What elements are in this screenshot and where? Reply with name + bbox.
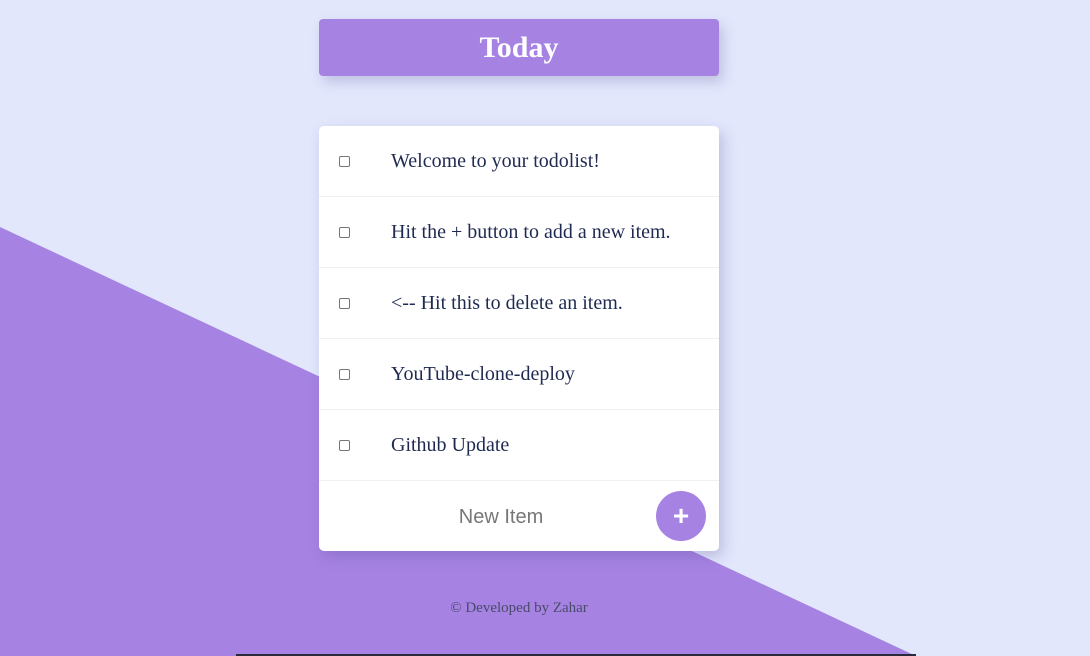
item-label: Welcome to your todolist!: [391, 149, 600, 172]
page-title: Today: [479, 30, 559, 64]
todo-list-card: Welcome to your todolist! Hit the + butt…: [319, 126, 719, 551]
add-item-button[interactable]: +: [656, 491, 706, 541]
list-item: <-- Hit this to delete an item.: [319, 268, 719, 339]
item-label: Github Update: [391, 433, 510, 456]
item-checkbox[interactable]: [339, 439, 350, 451]
list-item: YouTube-clone-deploy: [319, 339, 719, 410]
item-checkbox[interactable]: [339, 368, 350, 380]
list-item: Github Update: [319, 410, 719, 481]
item-checkbox[interactable]: [339, 297, 350, 309]
header-banner: Today: [319, 19, 719, 76]
list-item: Hit the + button to add a new item.: [319, 197, 719, 268]
footer-credit: © Developed by Zahar: [450, 600, 588, 616]
list-item: Welcome to your todolist!: [319, 126, 719, 197]
new-item-form: +: [319, 481, 719, 551]
item-label: YouTube-clone-deploy: [391, 362, 575, 385]
item-checkbox[interactable]: [339, 226, 350, 238]
item-checkbox[interactable]: [339, 155, 350, 167]
new-item-input[interactable]: [399, 496, 603, 538]
item-label: Hit the + button to add a new item.: [391, 220, 671, 243]
item-label: <-- Hit this to delete an item.: [391, 291, 623, 314]
